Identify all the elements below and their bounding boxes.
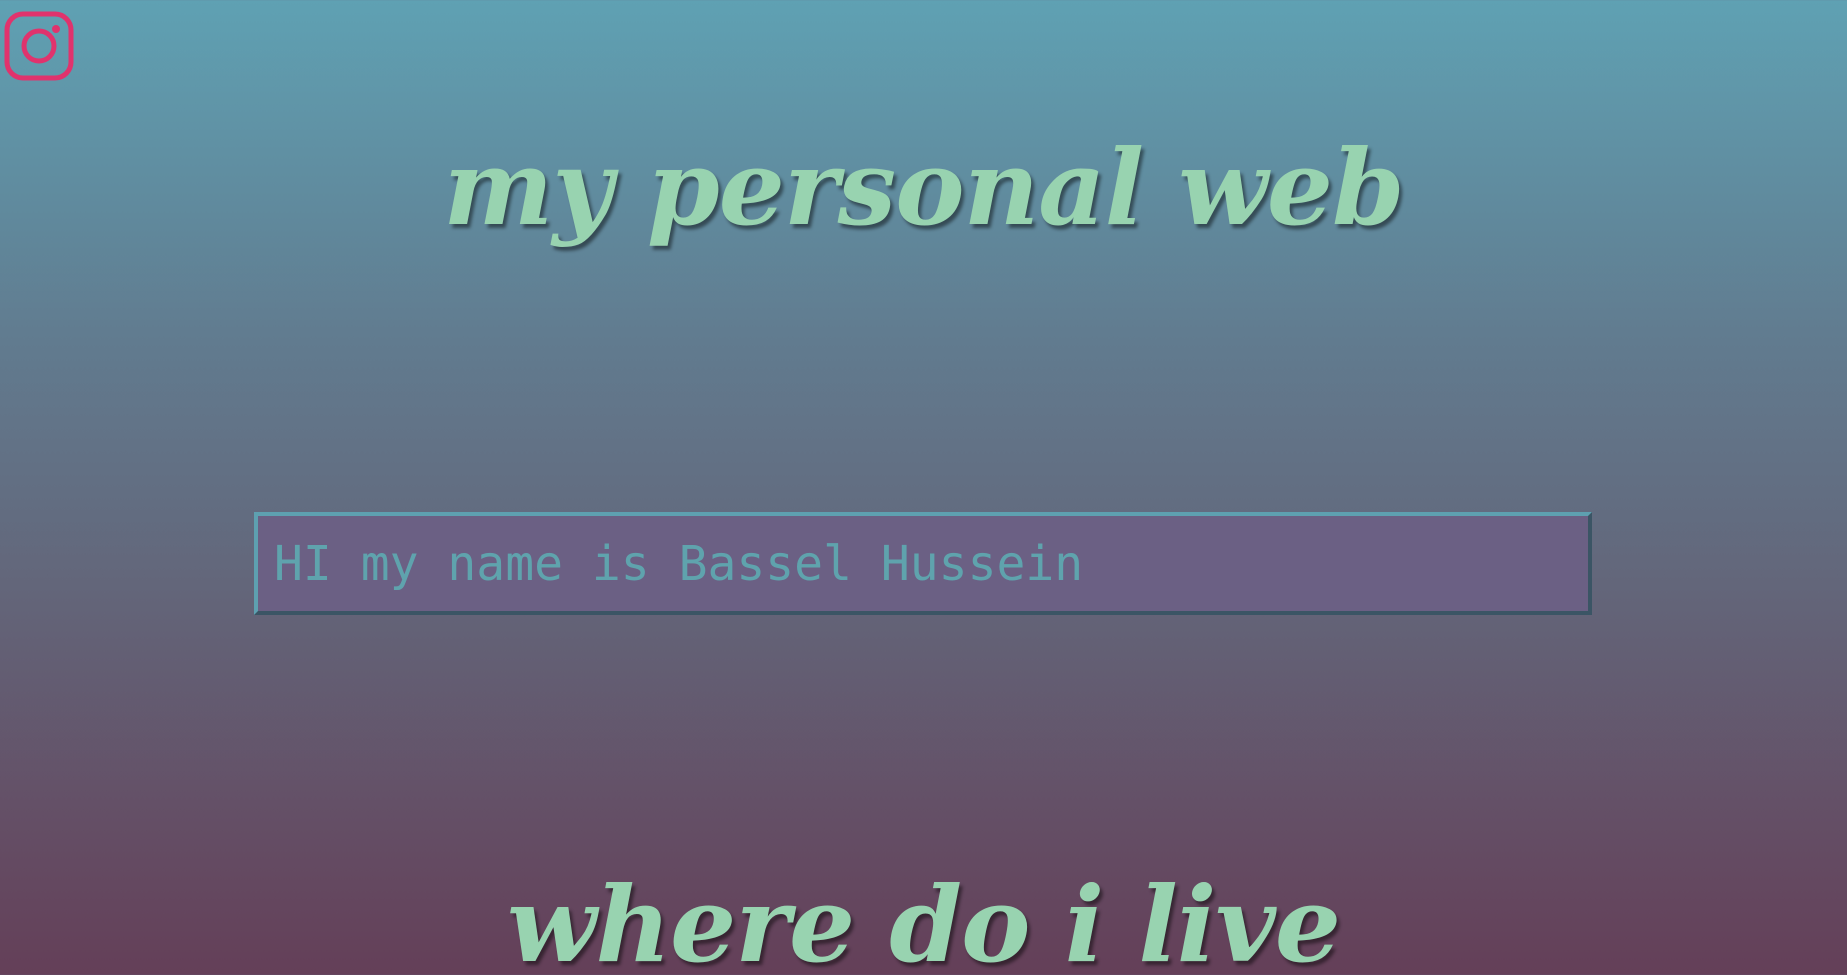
intro-text: HI my name is Bassel Hussein: [274, 535, 1084, 592]
instagram-link[interactable]: [3, 10, 75, 82]
page-title: my personal web: [443, 126, 1404, 249]
intro-box: HI my name is Bassel Hussein: [254, 512, 1592, 615]
section-heading-where-i-live: where do i live: [506, 863, 1341, 975]
instagram-icon: [4, 11, 74, 81]
